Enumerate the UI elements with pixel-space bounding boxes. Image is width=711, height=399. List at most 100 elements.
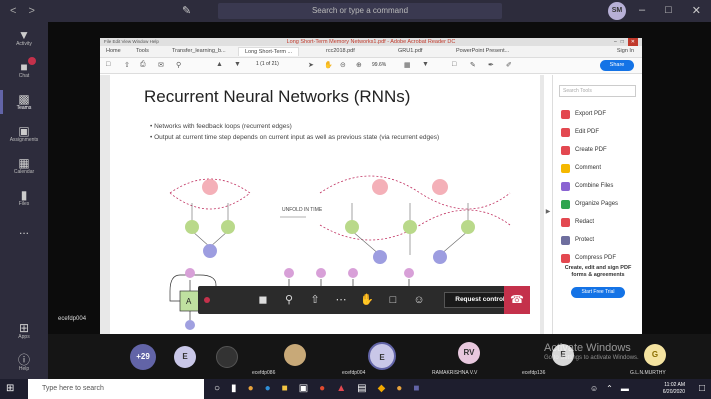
rail-item-files[interactable]: ▮ Files — [0, 182, 48, 214]
rail-label: Help — [18, 366, 30, 372]
print-icon[interactable]: ⎙ — [140, 61, 146, 69]
acrobat-toolbar: □ ⇧ ⎙ ✉ ⚲ ▲ ▼ 1 (1 of 21) ➤ ✋ ⊝ ⊕ 99.6% … — [100, 58, 642, 74]
minimize-icon[interactable]: – — [639, 4, 645, 17]
right-pane-toggle[interactable]: ▶ — [544, 208, 552, 220]
tool-export-pdf[interactable]: Export PDF — [553, 105, 642, 123]
rail-item-chat[interactable]: ■ Chat — [0, 54, 48, 86]
fit-page-icon[interactable]: ▦ — [404, 61, 411, 69]
taskbar-search-input[interactable]: Type here to search — [28, 379, 204, 399]
teams-taskbar-icon[interactable]: ■ — [413, 383, 419, 395]
firefox-icon[interactable]: ● — [319, 383, 325, 395]
notification-center-icon[interactable]: □ — [699, 383, 705, 394]
comment-icon[interactable]: □ — [452, 61, 456, 68]
share-screen-icon[interactable]: ⇧ — [302, 286, 328, 314]
zoom-level[interactable]: 99.6% — [372, 62, 386, 68]
network-icon[interactable]: ▬ — [621, 384, 629, 393]
camera-off-icon[interactable]: ◼ — [250, 286, 276, 314]
windows-start-icon[interactable]: ⊞ — [6, 383, 18, 395]
email-icon[interactable]: ✉ — [158, 61, 164, 69]
tool-redact[interactable]: Redact — [553, 213, 642, 231]
page-number[interactable]: 1 — [256, 61, 259, 67]
tool-edit-pdf[interactable]: Edit PDF — [553, 123, 642, 141]
store-icon[interactable]: ▣ — [299, 383, 308, 395]
teams-search-input[interactable]: Search or type a command — [218, 3, 502, 19]
maximize-icon[interactable]: □ — [665, 4, 672, 17]
tool-label: Export PDF — [575, 111, 607, 117]
mic-off-icon[interactable]: ⚲ — [276, 286, 302, 314]
window-controls: – □ ✕ — [639, 4, 701, 17]
compose-icon[interactable]: ✎ — [182, 4, 191, 17]
acrobat-icon[interactable]: ▲ — [336, 383, 346, 395]
tool-label: Combine Files — [575, 183, 614, 189]
free-trial-button[interactable]: Start Free Trial — [571, 287, 625, 298]
monitor-icon[interactable]: ▤ — [357, 383, 366, 395]
back-arrow-icon[interactable]: < — [10, 5, 16, 17]
tab-rcc2018[interactable]: rcc2018.pdf — [326, 48, 355, 54]
tool-label: Compress PDF — [575, 255, 617, 261]
tab-tools[interactable]: Tools — [136, 48, 149, 54]
rail-item-apps[interactable]: ⊞ Apps — [0, 315, 48, 347]
more-actions-icon[interactable]: ⋯ — [328, 286, 354, 314]
close-icon[interactable]: ✕ — [692, 4, 701, 17]
rail-item-assignments[interactable]: ▣ Assignments — [0, 118, 48, 150]
fill-sign-icon[interactable]: ✐ — [506, 61, 512, 69]
participant-name: ecefdp136 — [522, 370, 546, 376]
tool-create-pdf[interactable]: Create PDF — [553, 141, 642, 159]
tools-search-input[interactable]: Search Tools — [559, 85, 636, 97]
sign-icon[interactable]: ✒ — [488, 61, 494, 69]
hang-up-button[interactable]: ☎ — [504, 286, 530, 314]
save-icon[interactable]: □ — [106, 61, 110, 68]
zoom-out-icon[interactable]: ⊝ — [340, 61, 346, 69]
rail-item-calendar[interactable]: ▦ Calendar — [0, 150, 48, 182]
more-icon: ... — [18, 223, 29, 237]
search-icon[interactable]: ⚲ — [176, 61, 181, 69]
clock[interactable]: 11:02 AM 6/20/2020 — [663, 382, 685, 396]
chevron-up-icon[interactable]: ⌃ — [606, 384, 613, 393]
chrome-icon-2[interactable]: ● — [396, 383, 402, 395]
tab-transfer-learning[interactable]: Transfer_learning_b... — [172, 48, 226, 54]
edge-icon[interactable]: ● — [265, 383, 271, 395]
tab-gru1[interactable]: GRU1.pdf — [398, 48, 422, 54]
page-down-icon[interactable]: ▼ — [234, 61, 241, 68]
rail-item-teams[interactable]: ▩ Teams — [0, 86, 48, 118]
share-button[interactable]: Share — [600, 60, 634, 71]
user-avatar[interactable]: SM — [608, 2, 626, 20]
tab-lstm[interactable]: Long Short-Term ... — [238, 47, 300, 56]
vlc-icon[interactable]: ◆ — [378, 383, 386, 395]
page-up-icon[interactable]: ▲ — [216, 61, 223, 68]
maximize-icon[interactable]: □ — [621, 38, 624, 46]
rail-item-help[interactable]: ⓘ Help — [0, 347, 48, 379]
rail-item-activity[interactable]: ▼ Activity — [0, 22, 48, 54]
task-view-icon[interactable]: ▮ — [231, 383, 237, 395]
raise-hand-icon[interactable]: ✋ — [354, 286, 380, 314]
zoom-in-icon[interactable]: ⊕ — [356, 61, 362, 69]
tool-organize-pages[interactable]: Organize Pages — [553, 195, 642, 213]
highlight-icon[interactable]: ✎ — [470, 61, 476, 69]
chat-icon[interactable]: □ — [380, 286, 406, 314]
sign-in-link[interactable]: Sign In — [617, 48, 634, 54]
cortana-icon[interactable]: ○ — [214, 383, 220, 395]
bell-icon: ▼ — [18, 28, 30, 42]
forward-arrow-icon[interactable]: > — [28, 5, 34, 17]
select-cursor-icon[interactable]: ➤ — [308, 61, 314, 69]
tool-label: Protect — [575, 237, 595, 243]
tab-powerpoint[interactable]: PowerPoint Present... — [456, 48, 509, 54]
system-tray: ☺ ⌃ ▬ — [590, 384, 629, 393]
chrome-icon[interactable]: ● — [248, 383, 254, 395]
tool-comment[interactable]: Comment — [553, 159, 642, 177]
hand-icon[interactable]: ✋ — [324, 61, 333, 69]
minimize-icon[interactable]: – — [614, 38, 617, 46]
acrobat-tabs: Home Tools Transfer_learning_b... Long S… — [100, 46, 642, 58]
tool-combine-files[interactable]: Combine Files — [553, 177, 642, 195]
tool-protect[interactable]: Protect — [553, 231, 642, 249]
teams-app-rail: ▼ Activity ■ Chat ▩ Teams ▣ Assignments … — [0, 22, 48, 379]
file-explorer-icon[interactable]: ■ — [282, 383, 288, 395]
page-indicator[interactable]: 1 (1 of 21) — [256, 61, 279, 67]
participants-icon[interactable]: ☺ — [406, 286, 432, 314]
close-icon[interactable]: ✕ — [627, 38, 638, 46]
tab-home[interactable]: Home — [106, 48, 121, 54]
scroll-mode-icon[interactable]: ▼ — [422, 61, 429, 68]
user-icon[interactable]: ☺ — [590, 384, 598, 393]
rail-item-more[interactable]: ... — [0, 214, 48, 246]
upload-icon[interactable]: ⇧ — [124, 61, 130, 69]
